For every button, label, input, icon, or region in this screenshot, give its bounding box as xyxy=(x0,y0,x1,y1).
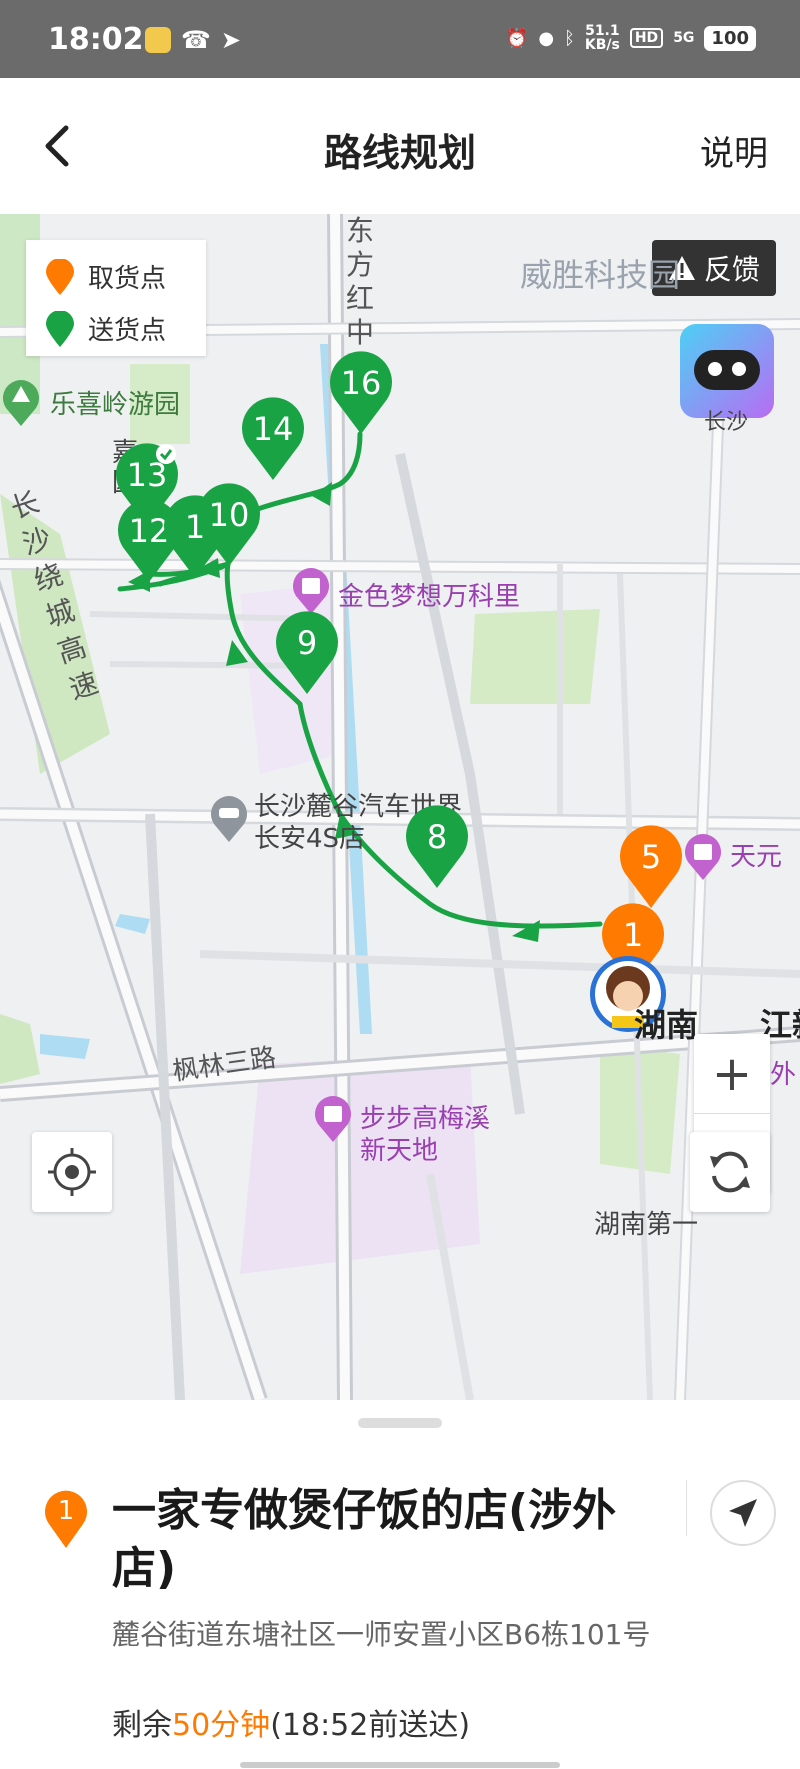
shop-address: 麓谷街道东塘社区一师安置小区B6栋101号 xyxy=(112,1618,651,1651)
delivery-pin-icon xyxy=(46,310,74,347)
delivery-marker-16[interactable]: 16 xyxy=(328,350,394,434)
poi-weisheng: 威胜科技园 xyxy=(520,256,681,294)
delivery-marker-8[interactable]: 8 xyxy=(404,804,470,888)
net-speed-unit: KB/s xyxy=(584,37,620,53)
pickup-index-badge: 1 xyxy=(44,1490,88,1548)
home-indicator[interactable] xyxy=(240,1762,560,1768)
status-time: 18:02 xyxy=(48,22,144,57)
system-icons: ⏰ ● ᛒ 51.1 KB/s HD 5G 100 xyxy=(506,24,756,52)
poi-tianyuan: 天元 xyxy=(730,842,783,872)
status-bar: 18:02 ☎ ➤ ⏰ ● ᛒ 51.1 KB/s HD 5G 100 xyxy=(0,0,800,78)
send-icon: ➤ xyxy=(220,26,242,54)
legend-pickup: 取货点 xyxy=(46,258,166,295)
poi-bubugao-2: 新天地 xyxy=(360,1136,439,1166)
deadline-text: (18:52前送达) xyxy=(270,1708,471,1743)
navigation-arrow-icon xyxy=(729,1499,757,1527)
order-detail-sheet[interactable]: 1 一家专做煲仔饭的店(涉外店) 麓谷街道东塘社区一师安置小区B6栋101号 剩… xyxy=(0,1400,800,1769)
divider xyxy=(686,1480,687,1536)
help-button[interactable]: 说明 xyxy=(700,126,768,175)
refresh-icon xyxy=(710,1151,750,1193)
zoom-in-button[interactable]: + xyxy=(694,1034,770,1114)
map-legend: 取货点 送货点 xyxy=(26,240,206,356)
shopping-bag-icon xyxy=(685,834,721,880)
legend-delivery: 送货点 xyxy=(46,310,166,347)
pickup-index-label: 1 xyxy=(57,1496,75,1526)
marker-label: 9 xyxy=(296,624,318,662)
marker-label: 14 xyxy=(252,410,294,448)
alarm-icon: ⏰ xyxy=(505,27,529,49)
marker-label: 1 xyxy=(622,916,644,954)
robot-caption: 长沙 xyxy=(704,410,749,435)
marker-label: 5 xyxy=(640,838,662,876)
poi-lexiling: 乐喜岭游园 xyxy=(50,390,181,420)
remaining-duration: 50分钟 xyxy=(172,1708,271,1743)
shop-name: 一家专做煲仔饭的店(涉外店) xyxy=(112,1485,617,1594)
legend-pickup-label: 取货点 xyxy=(88,264,167,294)
delivery-marker-14[interactable]: 14 xyxy=(240,396,306,480)
shopping-bag-icon xyxy=(293,568,329,614)
location-icon: ● xyxy=(538,27,555,49)
marker-label: 13 xyxy=(126,456,168,494)
pickup-marker-5[interactable]: 5 xyxy=(618,824,684,908)
poi-changan: 长安4S店 xyxy=(254,824,366,854)
locate-button[interactable] xyxy=(32,1132,112,1212)
refresh-button[interactable] xyxy=(690,1132,770,1212)
network-label: 5G xyxy=(673,30,695,46)
marker-label: 16 xyxy=(340,364,382,402)
remaining-prefix: 剩余 xyxy=(112,1708,172,1743)
poi-hunan-cut: 湖南 xyxy=(634,1006,699,1044)
marker-label: 8 xyxy=(426,818,448,856)
sheet-drag-handle[interactable] xyxy=(358,1418,442,1428)
app-header: 路线规划 说明 xyxy=(0,78,800,214)
delivery-marker-9[interactable]: 9 xyxy=(274,610,340,694)
notification-icons: ☎ ➤ xyxy=(145,26,241,54)
crosshair-icon xyxy=(48,1148,96,1196)
park-icon xyxy=(2,380,39,426)
navigate-button[interactable] xyxy=(710,1480,776,1546)
net-speed: 51.1 KB/s xyxy=(585,24,620,52)
page-title: 路线规划 xyxy=(323,131,476,175)
poi-jinse: 金色梦想万科里 xyxy=(338,582,521,612)
shopping-bag-icon xyxy=(315,1096,351,1142)
hd-badge: HD xyxy=(629,28,664,48)
bluetooth-icon: ᛒ xyxy=(564,27,575,49)
legend-delivery-label: 送货点 xyxy=(88,316,167,346)
marker-label: 10 xyxy=(208,496,250,534)
delivery-marker-10[interactable]: 10 xyxy=(196,482,262,566)
poi-hunan-first: 湖南第一 xyxy=(594,1210,699,1240)
call-icon: ☎ xyxy=(181,26,211,54)
car-icon xyxy=(211,796,247,842)
poi-shewai: 外 xyxy=(770,1060,797,1090)
app-notification-icon xyxy=(145,27,171,53)
remaining-time: 剩余50分钟(18:52前送达) xyxy=(112,1700,470,1744)
battery-indicator: 100 xyxy=(704,25,756,51)
route-map[interactable]: 取货点 送货点 反馈 长沙 威胜科技园 东方红中路 乐喜岭游园 嘉园 长沙绕城高… xyxy=(0,214,800,1400)
feedback-label: 反馈 xyxy=(703,253,760,286)
pickup-pin-icon xyxy=(46,258,74,295)
